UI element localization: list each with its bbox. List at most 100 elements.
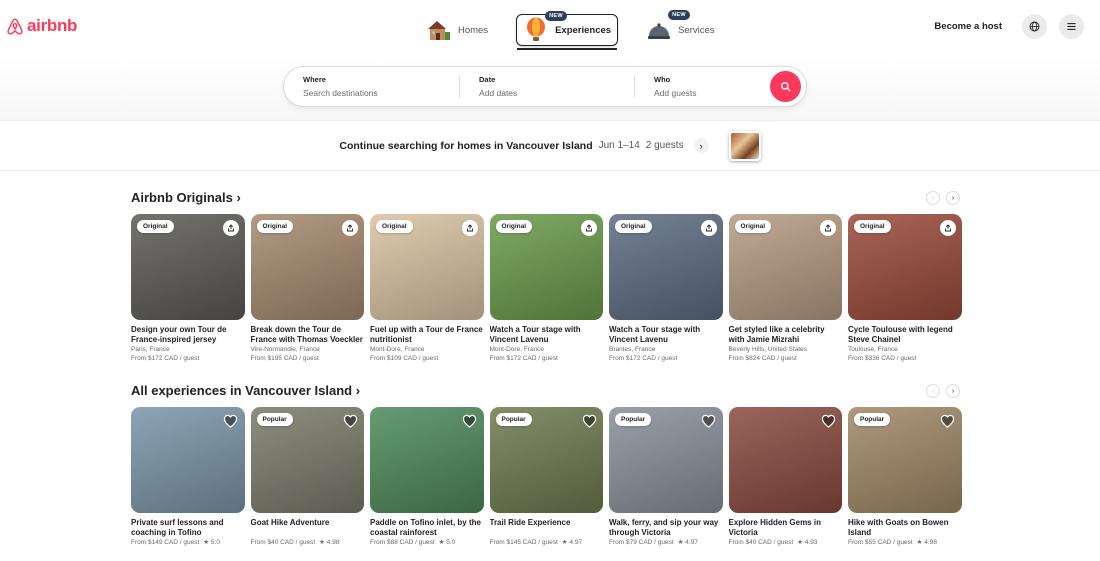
card-price-text: From $88 CAD / guest	[370, 539, 435, 546]
heart-icon[interactable]	[820, 413, 836, 429]
card-image[interactable]: Popular	[848, 407, 962, 513]
card-image[interactable]: Original	[489, 214, 603, 320]
heart-icon[interactable]	[342, 413, 358, 429]
chevron-left-icon[interactable]: ‹	[926, 191, 940, 205]
experience-card[interactable]: Paddle on Tofino inlet, by the coastal r…	[370, 407, 484, 547]
chevron-right-icon[interactable]: ›	[946, 191, 960, 205]
card-image[interactable]: Original	[131, 214, 245, 320]
card-rating: ★ 4.98	[916, 539, 937, 546]
card-price: From $40 CAD / guest ★ 4.98	[251, 538, 365, 547]
experience-card[interactable]: Original Break down the Tour de France wi…	[250, 214, 365, 363]
experience-card[interactable]: Original Get styled like a celebrity with…	[728, 214, 842, 363]
experience-card[interactable]: Popular Hike with Goats on Bowen Island Fr…	[848, 407, 962, 547]
card-title: Fuel up with a Tour de France nutritioni…	[370, 325, 483, 344]
card-price: From $336 CAD / guest	[848, 354, 962, 363]
card-image[interactable]: Original	[848, 214, 962, 320]
who-field[interactable]: Who Add guests	[634, 75, 774, 98]
heart-icon[interactable]	[581, 413, 597, 429]
heart-icon[interactable]	[223, 413, 239, 429]
where-label: Where	[303, 75, 326, 84]
brand-name: airbnb	[27, 16, 78, 35]
experience-card[interactable]: Explore Hidden Gems in Victoria From $40 …	[728, 407, 842, 547]
card-image[interactable]: Original	[250, 214, 364, 320]
experience-card[interactable]: Original Watch a Tour stage with Vincent …	[609, 214, 723, 363]
card-price: From $172 CAD / guest	[490, 354, 604, 363]
card-tag-badge: Original	[495, 220, 533, 233]
card-image[interactable]: Original	[728, 214, 842, 320]
tab-services[interactable]: NEW Services	[640, 10, 720, 46]
card-location: Mont-Dore, France	[370, 346, 425, 353]
card-image[interactable]: Popular	[250, 407, 364, 513]
card-tag-badge: Popular	[615, 413, 652, 426]
card-title: Paddle on Tofino inlet, by the coastal r…	[370, 518, 481, 537]
share-icon[interactable]	[222, 220, 239, 236]
card-rating: ★ 4.97	[561, 539, 583, 546]
card-image[interactable]: Original	[370, 214, 484, 320]
experience-card[interactable]: Private surf lessons and coaching in Tof…	[131, 407, 245, 547]
card-image[interactable]: Popular	[489, 407, 603, 513]
card-price-text: From $824 CAD / guest	[728, 355, 797, 362]
share-icon[interactable]	[342, 220, 358, 236]
card-price: From $149 CAD / guest ★ 5.0	[131, 538, 245, 547]
share-icon[interactable]	[461, 220, 478, 236]
house-icon	[428, 21, 450, 40]
card-image[interactable]	[131, 407, 245, 513]
card-price: From $172 CAD / guest	[131, 354, 245, 363]
card-title: Design your own Tour de France-inspired …	[131, 325, 227, 344]
card-title: Cycle Toulouse with legend Steve Chainel	[848, 325, 953, 344]
language-button[interactable]	[1022, 14, 1047, 39]
experience-card[interactable]: Popular Trail Ride Experience From $145 CA…	[489, 407, 603, 547]
card-image[interactable]	[728, 407, 842, 513]
where-field[interactable]: Where Search destinations	[284, 66, 459, 107]
continue-searching-banner[interactable]: Continue searching for homes in Vancouve…	[0, 121, 1100, 171]
chevron-right-icon[interactable]: ›	[946, 384, 960, 398]
card-image[interactable]: Original	[609, 214, 723, 320]
card-price-text: From $149 CAD / guest	[131, 539, 200, 546]
new-badge: NEW	[668, 10, 690, 20]
card-tag-badge: Original	[734, 220, 772, 233]
share-icon[interactable]	[939, 220, 956, 236]
experience-card[interactable]: Original Design your own Tour de France-i…	[131, 214, 245, 363]
card-image[interactable]	[370, 407, 484, 513]
experience-card[interactable]: Popular Walk, ferry, and sip your way thr…	[609, 407, 723, 547]
share-icon[interactable]	[700, 220, 717, 236]
date-label: Date	[479, 75, 496, 84]
share-icon[interactable]	[581, 220, 597, 236]
section-title-experiences[interactable]: All experiences in Vancouver Island ›	[131, 383, 360, 398]
card-title: Trail Ride Experience	[489, 518, 571, 527]
chevron-left-icon[interactable]: ‹	[926, 384, 940, 398]
experience-card[interactable]: Original Fuel up with a Tour de France nu…	[370, 214, 484, 363]
experiences-row: Private surf lessons and coaching in Tof…	[131, 407, 962, 547]
tab-homes[interactable]: Homes	[420, 14, 494, 46]
experience-card[interactable]: Original Watch a Tour stage with Vincent …	[489, 214, 604, 363]
chevron-right-icon[interactable]: ›	[693, 138, 709, 153]
date-input[interactable]: Add dates	[479, 88, 634, 98]
search-button[interactable]	[770, 71, 801, 102]
card-rating: ★ 5.0	[203, 539, 220, 546]
heart-icon[interactable]	[701, 413, 717, 429]
card-image[interactable]: Popular	[609, 407, 723, 513]
date-field[interactable]: Date Add dates	[459, 75, 634, 98]
search-bar: Where Search destinations Date Add dates…	[283, 66, 807, 107]
experience-card[interactable]: Popular Goat Hike Adventure From $40 CAD /…	[250, 407, 365, 547]
heart-icon[interactable]	[462, 413, 478, 429]
recent-search-thumbnail[interactable]	[728, 130, 761, 161]
card-price: From $195 CAD / guest	[251, 354, 365, 363]
card-tag-badge: Popular	[256, 413, 293, 426]
section-title-originals[interactable]: Airbnb Originals ›	[131, 190, 241, 205]
share-icon[interactable]	[820, 220, 836, 236]
airbnb-logo[interactable]: airbnb	[6, 16, 77, 36]
where-input[interactable]: Search destinations	[303, 88, 459, 98]
card-price: From $109 CAD / guest	[370, 354, 484, 363]
experience-card[interactable]: Original Cycle Toulouse with legend Steve…	[848, 214, 962, 363]
card-rating: ★ 4.93	[797, 539, 818, 546]
card-location: Beverly Hills, United States	[728, 346, 807, 353]
heart-icon[interactable]	[940, 413, 956, 429]
who-input[interactable]: Add guests	[654, 88, 774, 98]
tab-experiences[interactable]: NEW Experiences	[516, 11, 619, 50]
card-price-text: From $40 CAD / guest	[728, 539, 794, 546]
card-rating: ★ 4.98	[319, 539, 340, 546]
main-menu-button[interactable]	[1059, 14, 1084, 39]
become-host-link[interactable]: Become a host	[934, 21, 1002, 32]
continue-searching-guests: 2 guests	[645, 140, 684, 151]
